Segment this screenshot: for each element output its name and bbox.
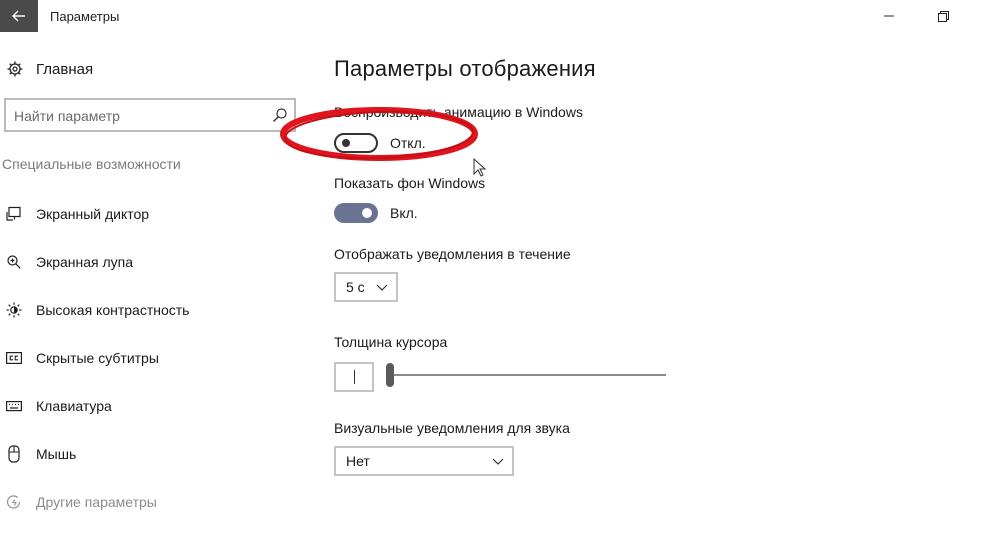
minimize-icon [884,15,894,17]
sidebar-item-label: Высокая контрастность [36,302,190,318]
minimize-button[interactable] [866,0,912,32]
magnifier-icon [0,252,28,272]
background-toggle-row[interactable]: Вкл. [334,202,418,224]
settings-window: Параметры Главная Найти параметр Специал… [0,0,1004,552]
sidebar-item-label: Скрытые субтитры [36,350,159,366]
search-box[interactable] [4,98,296,132]
window-title: Параметры [50,9,120,24]
sidebar-item-label: Экранная лупа [36,254,134,270]
animation-toggle[interactable] [334,133,378,153]
sidebar-item-magnifier[interactable]: Экранная лупа [0,250,280,274]
sidebar-home-label: Главная [36,60,94,78]
notifications-label: Отображать уведомления в течение [334,246,571,262]
cursor-thickness-preview [334,362,374,392]
chevron-down-icon [376,284,388,291]
keyboard-icon [0,396,28,416]
visual-alerts-select[interactable]: Нет [334,446,514,476]
sidebar-item-label: Клавиатура [36,398,112,414]
sidebar-item-label: Мышь [36,446,77,462]
sidebar-item-keyboard[interactable]: Клавиатура [0,394,280,418]
back-arrow-icon [12,10,25,22]
main-content: Параметры отображения Воспроизводить ани… [334,32,1004,552]
cursor-thickness-slider[interactable] [388,374,666,376]
other-options-icon [0,492,28,512]
sidebar-item-label: Экранный диктор [36,206,150,222]
contrast-icon [0,300,28,320]
background-label: Показать фон Windows [334,175,486,191]
back-button[interactable] [0,0,38,32]
cursor-thickness-label: Толщина курсора [334,334,448,350]
search-input[interactable] [14,106,264,126]
background-toggle[interactable] [334,203,378,223]
background-state: Вкл. [390,205,418,221]
sidebar: Главная Специальные возможности Экранный… [0,32,300,552]
mouse-icon [0,444,28,464]
sidebar-item-high-contrast[interactable]: Высокая контрастность [0,298,280,322]
sidebar-item-closed-captions[interactable]: Скрытые субтитры [0,346,280,370]
animation-state: Откл. [390,135,426,151]
cursor-preview-bar [354,370,355,384]
visual-alerts-label: Визуальные уведомления для звука [334,420,570,436]
sidebar-item-mouse[interactable]: Мышь [0,442,280,466]
animation-label: Воспроизводить анимацию в Windows [334,104,583,120]
chevron-down-icon [492,458,504,465]
section-title: Специальные возможности [2,156,181,172]
sidebar-item-narrator[interactable]: Экранный диктор [0,202,280,226]
animation-toggle-row[interactable]: Откл. [334,132,426,154]
sidebar-item-label: Другие параметры [36,494,157,510]
notifications-duration-value: 5 с [346,279,365,295]
title-bar: Параметры [0,0,1004,32]
maximize-button[interactable] [920,0,966,32]
mouse-pointer-icon [473,158,487,177]
cursor-thickness-slider-thumb[interactable] [386,363,394,387]
search-icon[interactable] [272,107,288,123]
sidebar-item-other-options[interactable]: Другие параметры [0,490,280,514]
page-title: Параметры отображения [334,56,596,81]
toggle-knob [342,139,350,147]
notifications-duration-select[interactable]: 5 с [334,272,398,302]
narrator-icon [0,204,28,224]
closed-captions-icon [0,348,28,368]
sidebar-home[interactable]: Главная [0,58,93,80]
visual-alerts-value: Нет [346,453,370,469]
gear-icon [0,61,30,77]
toggle-knob [362,208,372,218]
restore-icon [937,10,949,22]
